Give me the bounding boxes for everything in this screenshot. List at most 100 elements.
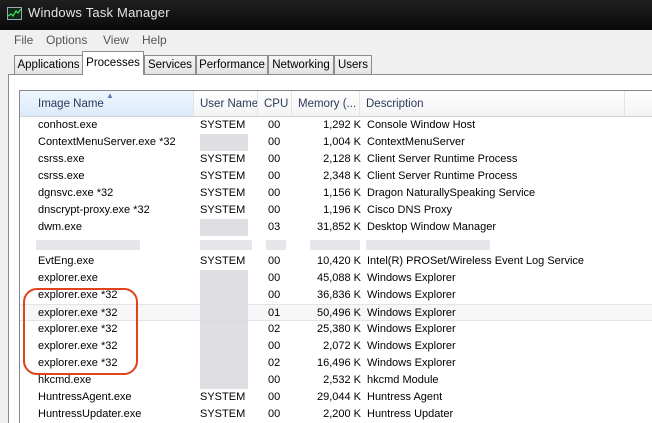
table-row[interactable]: dnscrypt-proxy.exe *32 SYSTEM 00 1,196 K…: [20, 202, 652, 219]
list-header: ▲ Image Name User Name CPU Memory (... D…: [20, 91, 652, 117]
column-image-name[interactable]: ▲ Image Name: [20, 91, 194, 116]
process-cpu: 00: [268, 408, 281, 420]
process-memory: 45,088 K: [316, 272, 361, 284]
column-memory[interactable]: Memory (...: [292, 91, 360, 116]
process-description: Client Server Runtime Process: [367, 170, 518, 182]
menu-view[interactable]: View: [103, 33, 129, 47]
table-row[interactable]: csrss.exe SYSTEM 00 2,128 K Client Serve…: [20, 151, 652, 168]
window-title: Windows Task Manager: [28, 5, 170, 20]
table-row[interactable]: conhost.exe SYSTEM 00 1,292 K Console Wi…: [20, 117, 652, 134]
process-memory: 2,072 K: [323, 340, 361, 352]
process-memory: 1,156 K: [323, 187, 361, 199]
process-description: Dragon NaturallySpeaking Service: [367, 187, 536, 199]
column-user-name[interactable]: User Name: [194, 91, 258, 116]
redacted-user: [200, 219, 248, 236]
column-image-name-label: Image Name: [38, 98, 104, 110]
redacted-cpu: [266, 240, 286, 250]
table-row[interactable]: HuntressAgent.exe SYSTEM 00 29,044 K Hun…: [20, 389, 652, 406]
process-description: Windows Explorer: [367, 340, 456, 352]
tab-users[interactable]: Users: [334, 55, 372, 74]
process-description: Cisco DNS Proxy: [367, 204, 452, 216]
redacted-user: [200, 240, 252, 250]
process-name: HuntressUpdater.exe: [38, 408, 142, 420]
process-name: EvtEng.exe: [38, 255, 95, 267]
tab-networking[interactable]: Networking: [268, 55, 334, 74]
process-cpu: 00: [268, 391, 281, 403]
table-row[interactable]: HuntressUpdater.exe SYSTEM 00 2,200 K Hu…: [20, 406, 652, 423]
process-description: Windows Explorer: [367, 357, 456, 369]
highlight-annotation: [23, 288, 138, 375]
process-memory: 31,852 K: [316, 221, 361, 233]
tab-applications[interactable]: Applications: [14, 55, 83, 74]
column-filler: [625, 91, 652, 116]
process-user: SYSTEM: [200, 255, 246, 267]
process-cpu: 00: [268, 204, 281, 216]
tab-processes[interactable]: Processes: [82, 51, 144, 75]
tab-performance[interactable]: Performance: [196, 55, 268, 74]
table-row[interactable]: explorer.exe 00 45,088 K Windows Explore…: [20, 270, 652, 287]
process-user: SYSTEM: [200, 408, 246, 420]
process-cpu: 00: [268, 119, 281, 131]
process-description: Desktop Window Manager: [367, 221, 497, 233]
table-row[interactable]: dwm.exe 03 31,852 K Desktop Window Manag…: [20, 219, 652, 236]
process-cpu: 00: [268, 374, 281, 386]
column-cpu[interactable]: CPU: [258, 91, 292, 116]
process-memory: 1,004 K: [323, 136, 361, 148]
process-memory: 2,200 K: [323, 408, 361, 420]
process-description: Windows Explorer: [367, 289, 456, 301]
table-row[interactable]: EvtEng.exe SYSTEM 00 10,420 K Intel(R) P…: [20, 253, 652, 270]
process-cpu: 00: [268, 289, 281, 301]
task-manager-icon: [7, 7, 22, 20]
column-description[interactable]: Description: [360, 91, 625, 116]
process-name: HuntressAgent.exe: [38, 391, 132, 403]
process-memory: 1,292 K: [323, 119, 361, 131]
redacted-memory: [310, 240, 360, 250]
process-name: dnscrypt-proxy.exe *32: [38, 204, 150, 216]
process-cpu: 00: [268, 272, 281, 284]
process-cpu: 00: [268, 136, 281, 148]
process-cpu: 01: [268, 307, 281, 319]
process-name: conhost.exe: [38, 119, 98, 131]
process-cpu: 03: [268, 221, 281, 233]
process-description: Windows Explorer: [367, 272, 456, 284]
menu-options[interactable]: Options: [46, 33, 87, 47]
table-row-redacted[interactable]: [20, 236, 652, 253]
process-user: SYSTEM: [200, 153, 246, 165]
process-description: Intel(R) PROSet/Wireless Event Log Servi…: [367, 255, 585, 267]
process-user: SYSTEM: [200, 119, 246, 131]
process-memory: 16,496 K: [316, 357, 361, 369]
redacted-user: [200, 372, 248, 389]
process-cpu: 00: [268, 255, 281, 267]
process-name: explorer.exe: [38, 272, 98, 284]
process-user: SYSTEM: [200, 187, 246, 199]
process-description: hkcmd Module: [367, 374, 439, 386]
process-memory: 2,532 K: [323, 374, 361, 386]
process-name: dwm.exe: [38, 221, 83, 233]
menu-file[interactable]: File: [14, 33, 33, 47]
process-cpu: 00: [268, 153, 281, 165]
redacted-user-block: [200, 270, 248, 372]
tab-services[interactable]: Services: [144, 55, 196, 74]
process-memory: 36,836 K: [316, 289, 361, 301]
process-description: Console Window Host: [367, 119, 476, 131]
title-bar: Windows Task Manager: [0, 0, 652, 31]
table-row[interactable]: dgnsvc.exe *32 SYSTEM 00 1,156 K Dragon …: [20, 185, 652, 202]
process-description: Huntress Updater: [367, 408, 454, 420]
process-description: Windows Explorer: [367, 323, 456, 335]
process-cpu: 00: [268, 340, 281, 352]
table-row[interactable]: csrss.exe SYSTEM 00 2,348 K Client Serve…: [20, 168, 652, 185]
process-memory: 10,420 K: [316, 255, 361, 267]
process-memory: 2,348 K: [323, 170, 361, 182]
redacted-user: [200, 134, 248, 151]
redacted-description: [366, 240, 490, 250]
process-memory: 29,044 K: [316, 391, 361, 403]
process-description: Client Server Runtime Process: [367, 153, 518, 165]
process-user: SYSTEM: [200, 391, 246, 403]
process-user: SYSTEM: [200, 170, 246, 182]
process-name: csrss.exe: [38, 153, 85, 165]
tab-strip: Applications Processes Services Performa…: [0, 51, 652, 75]
table-row[interactable]: ContextMenuServer.exe *32 00 1,004 K Con…: [20, 134, 652, 151]
process-cpu: 02: [268, 357, 281, 369]
menu-help[interactable]: Help: [142, 33, 167, 47]
process-cpu: 00: [268, 187, 281, 199]
